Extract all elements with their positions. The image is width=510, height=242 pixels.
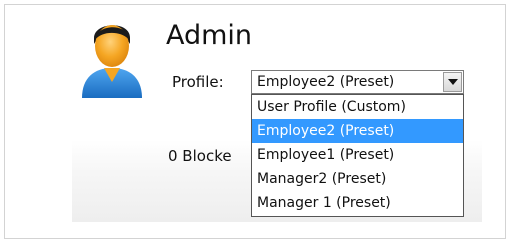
- profile-select-value: Employee2 (Preset): [257, 74, 395, 90]
- profile-option-manager1-preset[interactable]: Manager 1 (Preset): [252, 191, 463, 215]
- chevron-down-icon: [448, 79, 458, 85]
- profile-dropdown-list: User Profile (Custom) Employee2 (Preset)…: [251, 94, 464, 217]
- profile-option-employee2-preset[interactable]: Employee2 (Preset): [252, 119, 463, 143]
- dropdown-toggle-button[interactable]: [443, 72, 462, 92]
- profile-option-user-profile-custom[interactable]: User Profile (Custom): [252, 95, 463, 119]
- user-avatar-icon: [78, 14, 146, 102]
- blocked-count-text: 0 Blocke: [168, 147, 232, 165]
- user-name-title: Admin: [166, 20, 253, 51]
- profile-select[interactable]: Employee2 (Preset): [251, 70, 464, 94]
- profile-option-manager2-preset[interactable]: Manager2 (Preset): [252, 167, 463, 191]
- profile-label: Profile:: [172, 73, 224, 91]
- profile-option-employee1-preset[interactable]: Employee1 (Preset): [252, 143, 463, 167]
